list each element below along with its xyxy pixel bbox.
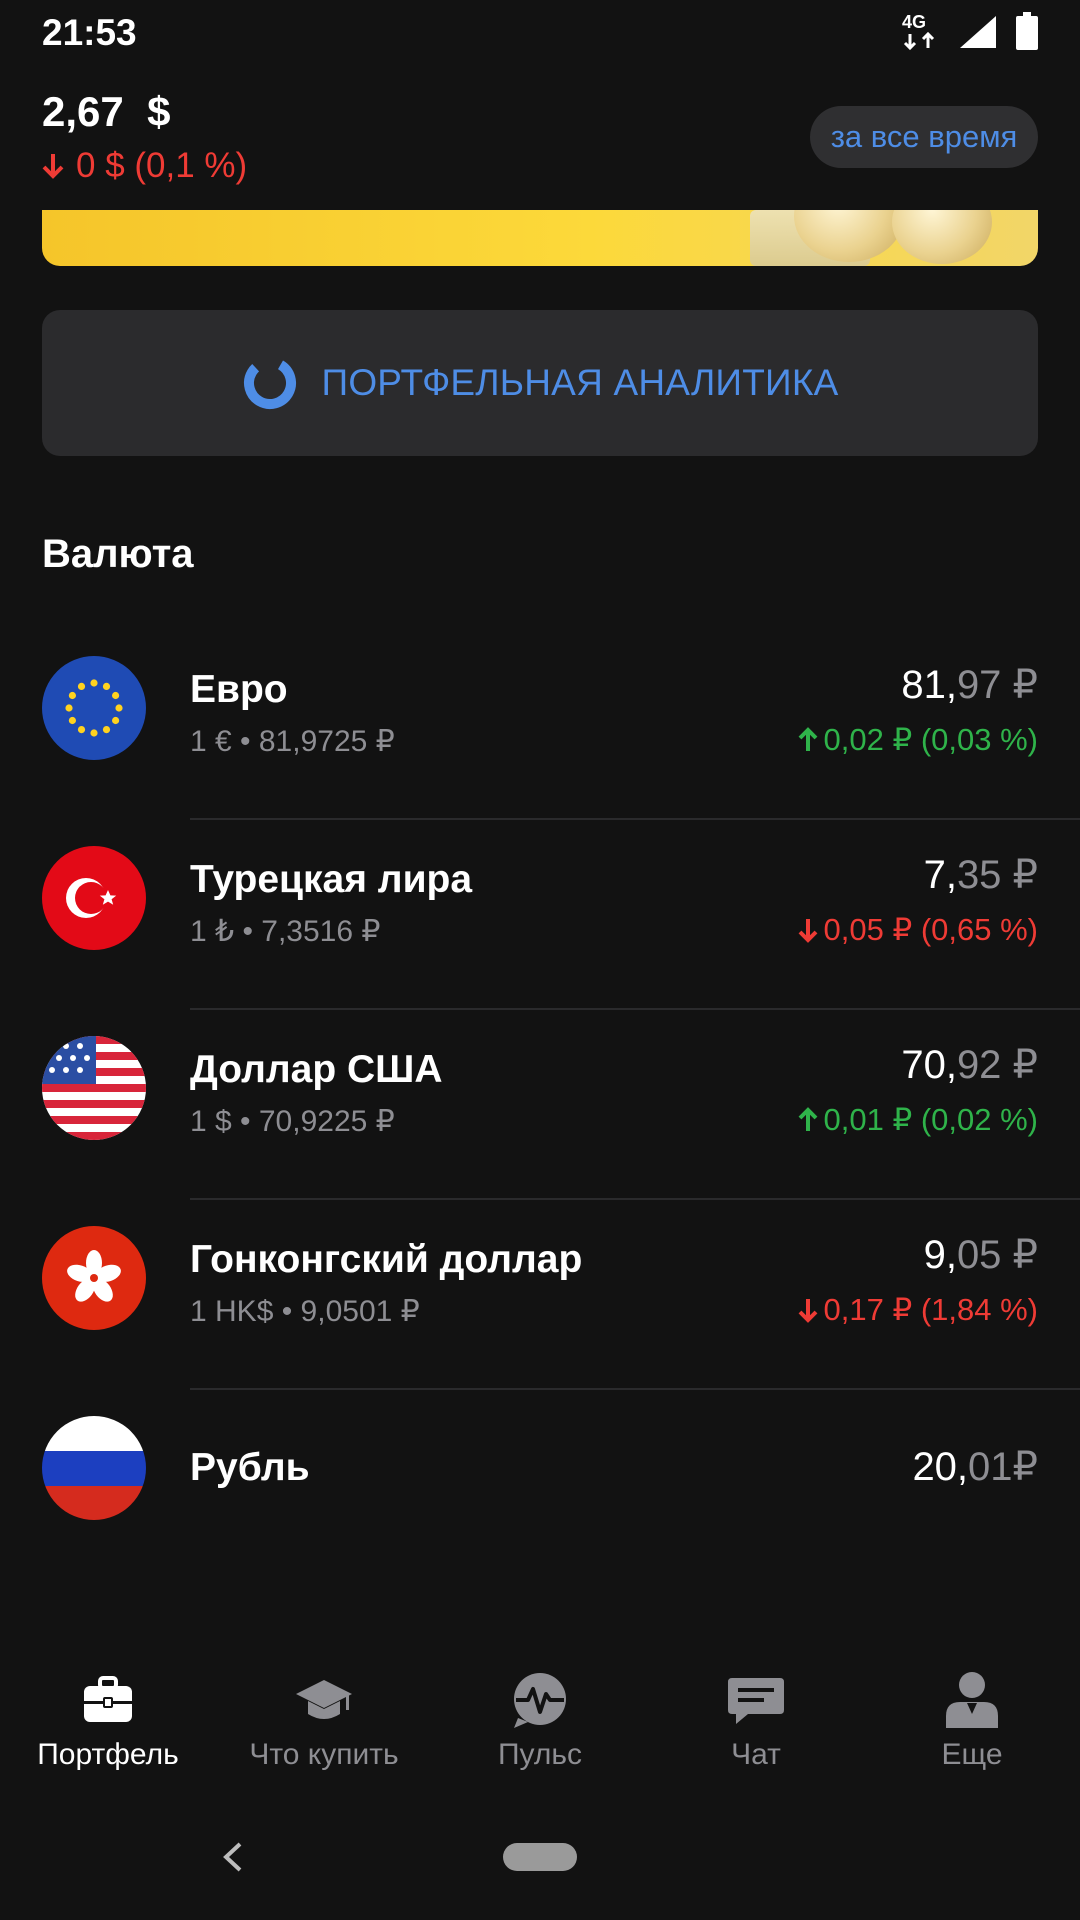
currency-price: 7,35 ₽	[924, 852, 1038, 898]
currency-change: 0,17 ₽ (1,84 %)	[798, 1292, 1038, 1328]
arrow-down-icon	[798, 1299, 817, 1323]
usa-flag-icon	[42, 1036, 146, 1140]
portfolio-amount: 2,67 $	[42, 88, 171, 135]
currency-price: 20,01₽	[912, 1444, 1038, 1490]
arrow-down-icon	[798, 919, 817, 943]
pulse-icon	[514, 1673, 566, 1728]
price-fraction: 05	[956, 1233, 1002, 1277]
hong-kong-flag-icon	[42, 1226, 146, 1330]
currency-change: 0,01 ₽ (0,02 %)	[798, 1102, 1038, 1138]
currency-change-value: 0,05 ₽ (0,65 %)	[823, 912, 1038, 947]
currency-name: Евро	[190, 668, 288, 711]
currency-change: 0,05 ₽ (0,65 %)	[798, 912, 1038, 948]
battery-icon	[1016, 12, 1038, 50]
bottom-navigation: Портфель Что купить Пульс Чат Еще	[0, 1656, 1080, 1786]
currency-name: Доллар США	[190, 1048, 443, 1091]
portfolio-change-value: 0 $ (0,1 %)	[76, 146, 248, 185]
currency-rate: 1 € • 81,9725 ₽	[190, 725, 395, 758]
portfolio-screen: 21:53 4G 2,67 $ 0 $ (0,1 %) за все время…	[0, 0, 1080, 1920]
currency-price: 81,97 ₽	[901, 662, 1038, 708]
nav-item-what-to-buy[interactable]: Что купить	[216, 1656, 432, 1786]
arrow-down-icon	[42, 154, 64, 179]
price-fraction: 92	[956, 1043, 1002, 1087]
currency-name: Турецкая лира	[190, 858, 473, 901]
network-type-label: 4G	[902, 12, 926, 32]
briefcase-icon	[84, 1676, 132, 1722]
nav-item-pulse[interactable]: Пульс	[432, 1656, 648, 1786]
currency-change-value: 0,01 ₽ (0,02 %)	[823, 1102, 1038, 1137]
period-filter-button[interactable]: за все время	[810, 106, 1038, 168]
back-icon[interactable]	[220, 1840, 246, 1874]
price-currency: ₽	[1001, 1043, 1038, 1087]
russia-flag-icon	[42, 1416, 146, 1520]
arrow-up-icon	[798, 727, 817, 751]
nav-label: Еще	[941, 1738, 1003, 1771]
nav-item-more[interactable]: Еще	[864, 1656, 1080, 1786]
eu-flag-icon	[42, 656, 146, 760]
currency-name: Рубль	[190, 1446, 310, 1489]
currency-row-us-dollar[interactable]: Доллар США 1 $ • 70,9225 ₽ 70,92 ₽ 0,01 …	[0, 1010, 1080, 1200]
price-fraction: 35	[956, 853, 1002, 897]
portfolio-analytics-button[interactable]: ПОРТФЕЛЬНАЯ АНАЛИТИКА	[42, 310, 1038, 456]
price-fraction: 01	[968, 1445, 1013, 1489]
price-currency: ₽	[1001, 663, 1038, 707]
currency-change-value: 0,02 ₽ (0,03 %)	[823, 722, 1038, 757]
currency-price: 70,92 ₽	[901, 1042, 1038, 1088]
currency-list: Евро 1 € • 81,9725 ₽ 81,97 ₽ 0,02 ₽ (0,0…	[0, 630, 1080, 1580]
currency-name: Гонконгский доллар	[190, 1238, 583, 1281]
nav-item-portfolio[interactable]: Портфель	[0, 1656, 216, 1786]
currency-row-ruble[interactable]: Рубль 20,01₽	[0, 1390, 1080, 1580]
signal-icon	[960, 16, 996, 48]
home-pill-button[interactable]	[503, 1843, 577, 1871]
nav-label: Что купить	[249, 1738, 399, 1771]
status-time: 21:53	[42, 12, 137, 53]
pie-chart-icon	[243, 357, 296, 409]
price-currency: ₽	[1012, 1445, 1038, 1489]
currency-change-value: 0,17 ₽ (1,84 %)	[823, 1292, 1038, 1327]
graduation-cap-icon	[296, 1680, 352, 1719]
currency-row-euro[interactable]: Евро 1 € • 81,9725 ₽ 81,97 ₽ 0,02 ₽ (0,0…	[0, 630, 1080, 820]
price-integer: 81,	[901, 663, 957, 707]
currency-price: 9,05 ₽	[924, 1232, 1038, 1278]
price-integer: 7,	[923, 853, 957, 897]
price-fraction: 97	[956, 663, 1002, 707]
portfolio-analytics-label: ПОРТФЕЛЬНАЯ АНАЛИТИКА	[321, 362, 839, 403]
person-icon	[946, 1672, 998, 1728]
currency-row-turkish-lira[interactable]: Турецкая лира 1 ₺ • 7,3516 ₽ 7,35 ₽ 0,05…	[0, 820, 1080, 1010]
status-bar: 21:53 4G	[0, 0, 1080, 66]
turkey-flag-icon	[42, 846, 146, 950]
nav-label: Чат	[731, 1738, 781, 1771]
price-currency: ₽	[1001, 853, 1038, 897]
currency-rate: 1 ₺ • 7,3516 ₽	[190, 915, 381, 948]
coin-image	[892, 210, 992, 264]
section-title: Валюта	[42, 532, 194, 576]
price-currency: ₽	[1001, 1233, 1038, 1277]
arrow-up-icon	[798, 1107, 817, 1131]
network-4g-icon: 4G	[902, 12, 935, 51]
currency-rate: 1 HK$ • 9,0501 ₽	[190, 1295, 420, 1328]
nav-item-chat[interactable]: Чат	[648, 1656, 864, 1786]
nav-label: Портфель	[37, 1738, 179, 1771]
price-integer: 20,	[912, 1445, 969, 1489]
currency-row-hong-kong-dollar[interactable]: Гонконгский доллар 1 HK$ • 9,0501 ₽ 9,05…	[0, 1200, 1080, 1390]
currency-rate: 1 $ • 70,9225 ₽	[190, 1105, 395, 1138]
price-integer: 70,	[901, 1043, 957, 1087]
nav-label: Пульс	[497, 1738, 583, 1771]
currency-change: 0,02 ₽ (0,03 %)	[798, 722, 1038, 758]
promo-banner[interactable]	[42, 210, 1038, 266]
portfolio-change: 0 $ (0,1 %)	[42, 146, 247, 186]
price-integer: 9,	[923, 1233, 957, 1277]
chat-icon	[728, 1678, 784, 1724]
